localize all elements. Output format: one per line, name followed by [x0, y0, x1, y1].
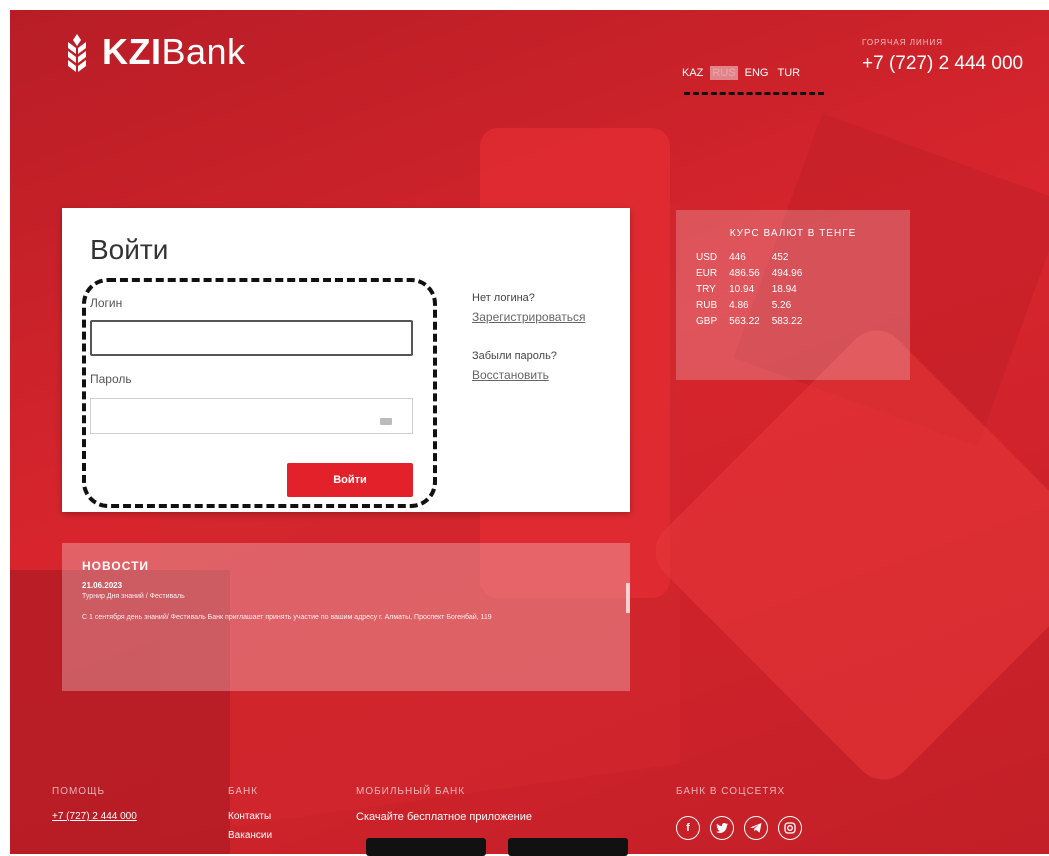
rates-title: КУРС ВАЛЮТ В ТЕНГЕ	[729, 228, 857, 239]
footer-bank: БАНК Контакты Вакансии	[228, 786, 272, 841]
rate-buy: 10.94	[729, 283, 755, 295]
rate-row: RUB 4.86 5.26	[696, 297, 814, 313]
hotline-label: ГОРЯЧАЯ ЛИНИЯ	[862, 38, 944, 47]
login-title: Войти	[90, 234, 169, 265]
rate-row: USD 446 452	[696, 249, 814, 265]
rate-sell: 5.26	[771, 299, 792, 311]
rate-currency: TRY	[696, 283, 716, 295]
logo-text: KZIBank	[102, 31, 246, 72]
rate-buy: 4.86	[729, 299, 749, 311]
login-card: Войти Логин Пароль Войти Нет логина? Зар…	[62, 208, 630, 512]
lang-eng[interactable]: ENG	[743, 66, 771, 80]
rate-row: GBP 563.22 583.22	[696, 313, 814, 329]
rates-table: USD 446 452 EUR 486.56 494.96 TRY 10.94 18.94 …	[696, 249, 814, 329]
rate-sell: 452	[771, 251, 789, 263]
wheat-logo-icon	[68, 34, 86, 72]
footer-help-heading: ПОМОЩЬ	[52, 786, 106, 797]
footer-help: ПОМОЩЬ +7 (727) 2 444 000	[52, 786, 137, 822]
no-login-question: Нет логина?	[472, 292, 535, 304]
rate-currency: RUB	[696, 299, 718, 311]
news-headline[interactable]: Турнир Дня знаний / Фестиваль	[82, 593, 185, 600]
social-icons: f	[676, 816, 802, 840]
language-switcher: KAZ RUS ENG TUR	[680, 66, 802, 80]
rate-sell: 18.94	[771, 283, 797, 295]
news-panel: НОВОСТИ 21.06.2023 Турнир Дня знаний / Ф…	[62, 543, 630, 691]
footer-mobile: МОБИЛЬНЫЙ БАНК Скачайте бесплатное прило…	[356, 786, 532, 823]
footer-mobile-heading: МОБИЛЬНЫЙ БАНК	[356, 786, 466, 797]
rate-currency: EUR	[696, 267, 718, 279]
footer-help-phone[interactable]: +7 (727) 2 444 000	[52, 811, 137, 822]
register-link[interactable]: Зарегистрироваться	[472, 310, 585, 324]
hotline: ГОРЯЧАЯ ЛИНИЯ +7 (727) 2 444 000	[862, 38, 1023, 75]
rate-buy: 563.22	[729, 315, 760, 327]
lang-tur[interactable]: TUR	[775, 66, 802, 80]
lang-kaz[interactable]: KAZ	[680, 66, 705, 80]
news-scrollbar[interactable]	[626, 583, 630, 613]
app-store-button[interactable]	[366, 838, 486, 856]
password-input[interactable]	[90, 398, 413, 434]
rate-buy: 446	[729, 251, 746, 263]
footer-social: БАНК В СОЦСЕТЯХ	[676, 786, 785, 797]
keyboard-icon[interactable]	[380, 418, 392, 425]
news-title: НОВОСТИ	[82, 559, 150, 573]
restore-password-link[interactable]: Восстановить	[472, 368, 549, 382]
footer-contacts-link[interactable]: Контакты	[228, 811, 272, 822]
google-play-button[interactable]	[508, 838, 628, 856]
rate-sell: 494.96	[771, 267, 803, 279]
rate-buy: 486.56	[729, 267, 760, 279]
lang-rus[interactable]: RUS	[710, 66, 738, 80]
rate-row: EUR 486.56 494.96	[696, 265, 814, 281]
rate-currency: USD	[696, 251, 718, 263]
login-submit-button[interactable]: Войти	[287, 463, 413, 497]
language-underline	[684, 92, 824, 95]
twitter-icon[interactable]	[710, 816, 734, 840]
login-input[interactable]	[90, 320, 413, 356]
rate-row: TRY 10.94 18.94	[696, 281, 814, 297]
telegram-icon[interactable]	[744, 816, 768, 840]
footer-bank-heading: БАНК	[228, 786, 259, 797]
facebook-icon[interactable]: f	[676, 816, 700, 840]
rate-sell: 583.22	[771, 315, 803, 327]
password-label: Пароль	[90, 372, 132, 386]
login-label: Логин	[90, 296, 123, 310]
instagram-icon[interactable]	[778, 816, 802, 840]
rate-currency: GBP	[696, 315, 718, 327]
hotline-phone[interactable]: +7 (727) 2 444 000	[862, 53, 1023, 75]
bank-logo[interactable]: KZIBank	[62, 30, 246, 74]
currency-rates-panel: КУРС ВАЛЮТ В ТЕНГЕ USD 446 452 EUR 486.56 49…	[676, 210, 910, 380]
forgot-password-question: Забыли пароль?	[472, 350, 557, 362]
news-date: 21.06.2023	[82, 581, 123, 590]
footer-mobile-text: Скачайте бесплатное приложение	[356, 811, 532, 823]
footer-vacancies-link[interactable]: Вакансии	[228, 830, 272, 841]
news-body: С 1 сентября день знаний/ Фестиваль Банк…	[82, 614, 492, 621]
footer-social-heading: БАНК В СОЦСЕТЯХ	[676, 786, 786, 797]
